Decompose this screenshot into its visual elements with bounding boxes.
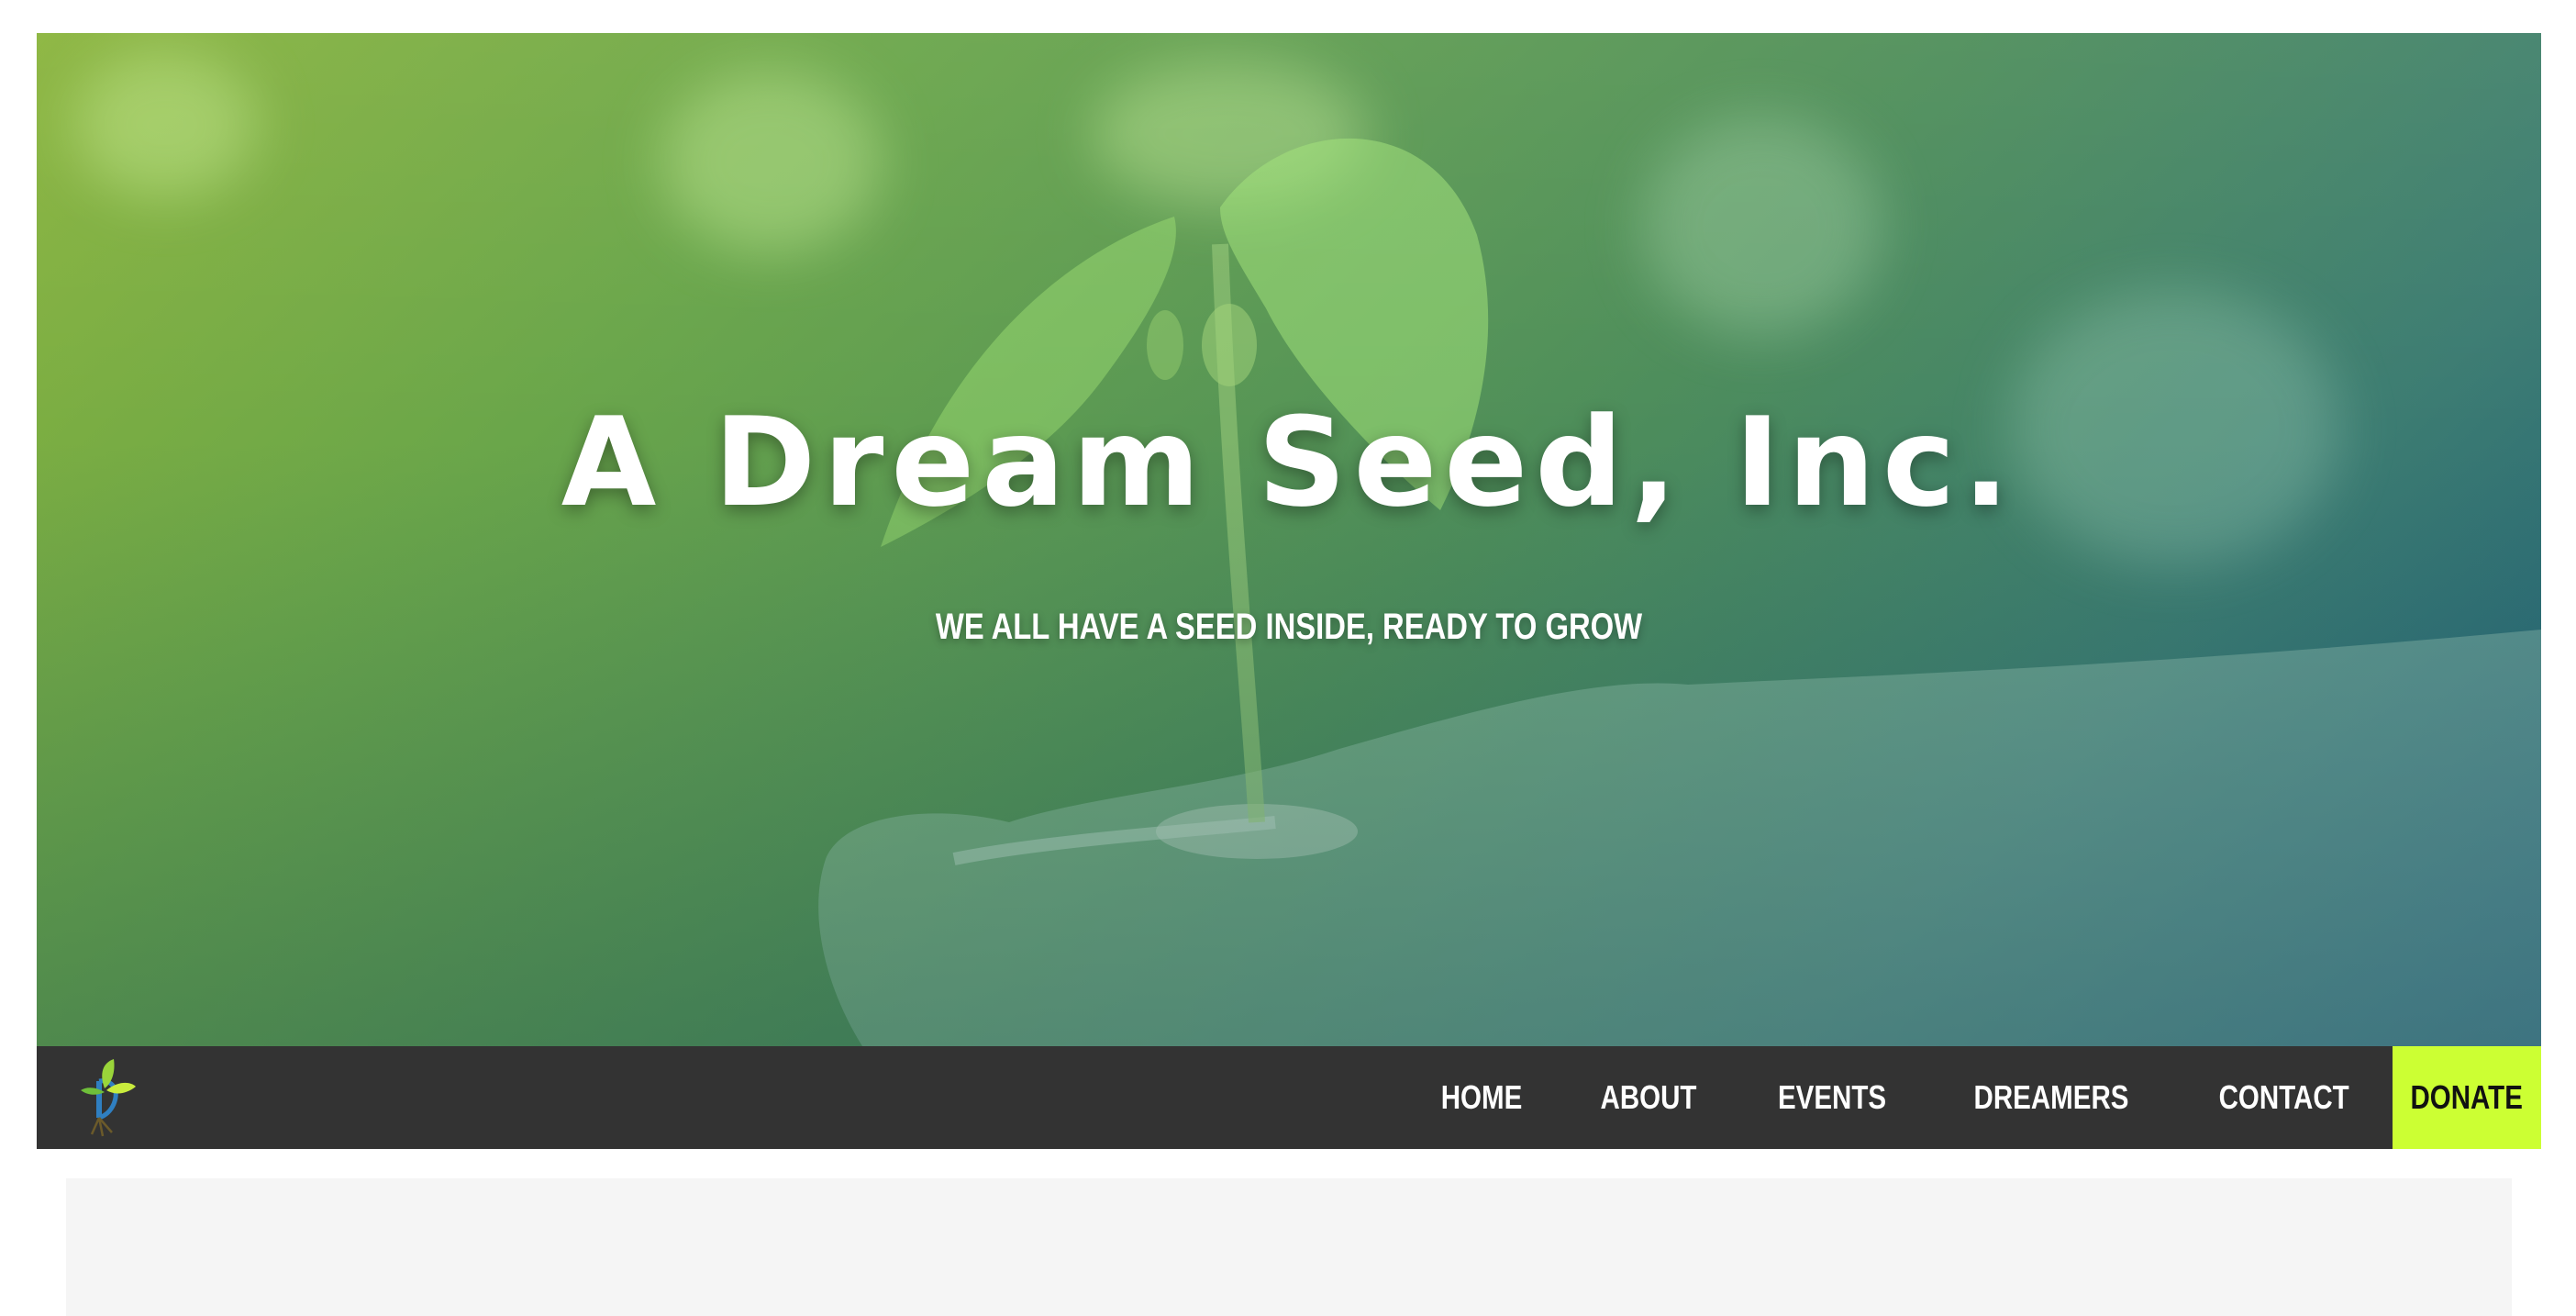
site-tagline: WE ALL HAVE A SEED INSIDE, READY TO GROW: [935, 607, 1643, 647]
nav-item-about[interactable]: ABOUT: [1560, 1046, 1737, 1149]
main-navigation: HOME ABOUT EVENTS DREAMERS CONTACT DONAT…: [37, 1046, 2541, 1149]
page: A Dream Seed, Inc. WE ALL HAVE A SEED IN…: [0, 0, 2576, 1316]
nav-menu: HOME ABOUT EVENTS DREAMERS CONTACT DONAT…: [1403, 1046, 2541, 1149]
nav-item-events[interactable]: EVENTS: [1737, 1046, 1927, 1149]
hero-banner: A Dream Seed, Inc. WE ALL HAVE A SEED IN…: [37, 33, 2541, 1046]
site-title: A Dream Seed, Inc.: [561, 391, 2017, 534]
nav-item-dreamers[interactable]: DREAMERS: [1927, 1046, 2175, 1149]
dream-seed-logo-icon[interactable]: [72, 1054, 141, 1142]
content-panel: [66, 1178, 2512, 1316]
nav-item-contact[interactable]: CONTACT: [2175, 1046, 2393, 1149]
nav-item-home[interactable]: HOME: [1403, 1046, 1560, 1149]
donate-button[interactable]: DONATE: [2393, 1046, 2541, 1149]
